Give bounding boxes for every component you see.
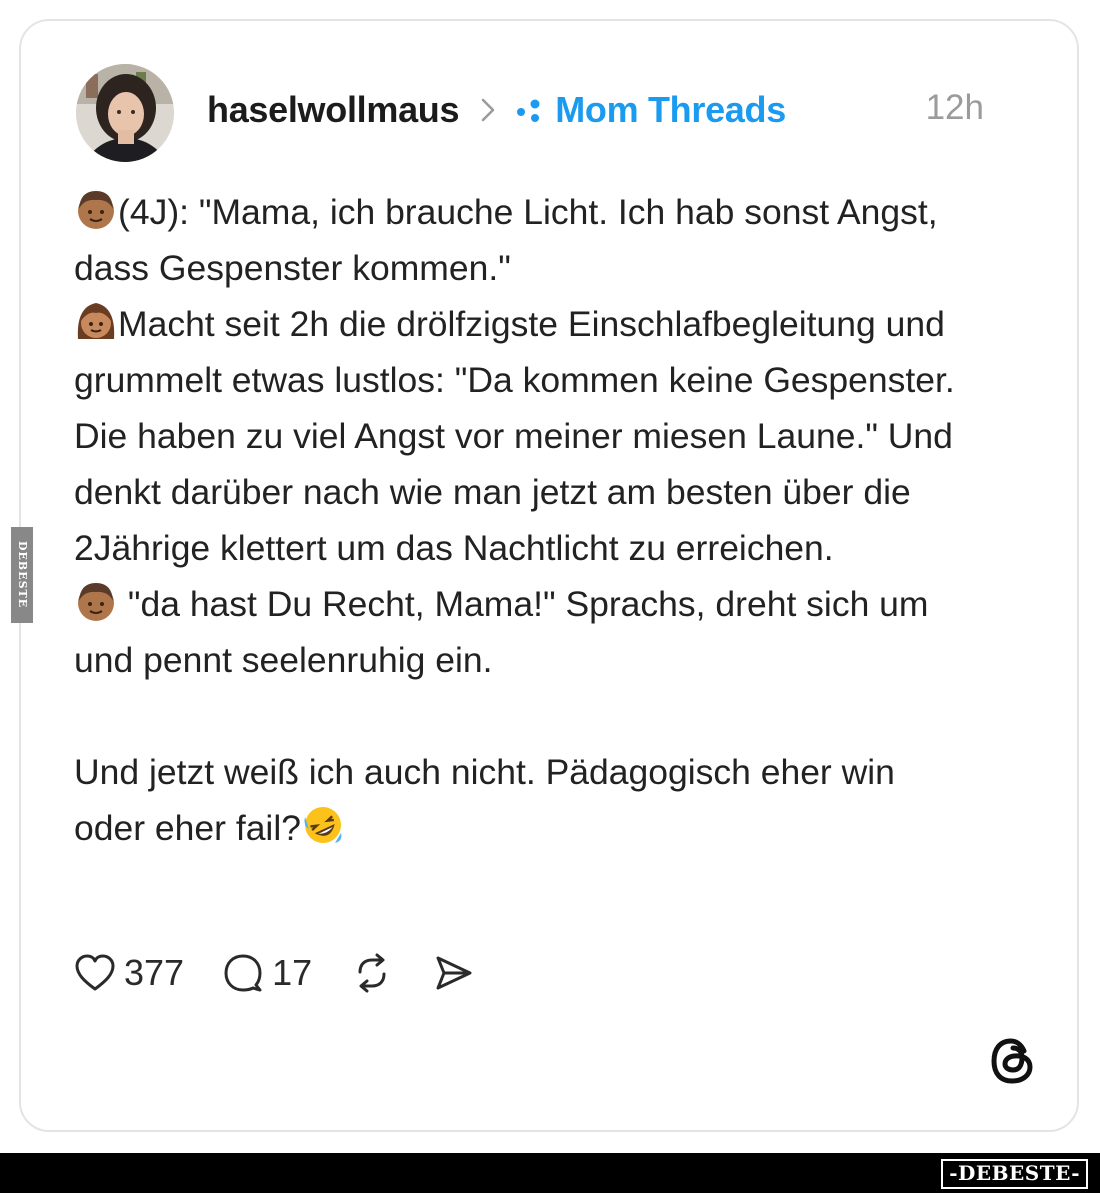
avatar-photo [76,64,174,162]
avatar[interactable] [76,64,174,162]
post-text-line-3: "da hast Du Recht, Mama!" Sprachs, dreht… [74,584,929,680]
share-icon [436,956,472,990]
post-paragraph-1: (4J): "Mama, ich brauche Licht. Ich hab … [74,184,974,296]
reply-button[interactable]: 17 [222,952,312,994]
author-name[interactable]: haselwollmaus [207,89,460,131]
post-timestamp: 12h [925,88,984,127]
community-dots-icon [515,98,545,122]
action-bar: 377 17 [74,948,512,998]
comment-icon [224,954,262,992]
like-count: 377 [124,952,185,993]
post-text-line-2: Macht seit 2h die drölfzigste Einschlafb… [74,304,955,568]
post-paragraph-4: Und jetzt weiß ich auch nicht. Pädagogis… [74,744,974,856]
reply-count: 17 [272,952,313,993]
laughing-emoji-icon [304,807,342,843]
community-name: Mom Threads [555,89,786,130]
footer-bar: -DEBESTE- [0,1153,1100,1193]
post-header: haselwollmaus Mom Threads [207,86,990,134]
community-link[interactable]: Mom Threads [515,89,786,131]
heart-icon [75,954,115,991]
repost-button[interactable] [350,952,394,994]
share-button[interactable] [432,952,474,994]
woman-emoji-icon [77,303,115,339]
repost-icon [358,953,386,993]
side-watermark: DEBESTE [11,527,33,623]
boy-emoji-icon [78,583,114,621]
post-text-line-4: Und jetzt weiß ich auch nicht. Pädagogis… [74,752,895,848]
threads-logo-icon[interactable] [986,1034,1040,1088]
post-text-line-1: (4J): "Mama, ich brauche Licht. Ich hab … [74,192,938,288]
post-paragraph-3: "da hast Du Recht, Mama!" Sprachs, dreht… [74,576,974,688]
post-body: (4J): "Mama, ich brauche Licht. Ich hab … [74,184,974,856]
chevron-right-icon [481,98,495,122]
like-button[interactable]: 377 [74,952,184,994]
footer-watermark: -DEBESTE- [941,1159,1088,1189]
post-paragraph-2: Macht seit 2h die drölfzigste Einschlafb… [74,296,974,576]
boy-emoji-icon [78,191,114,229]
